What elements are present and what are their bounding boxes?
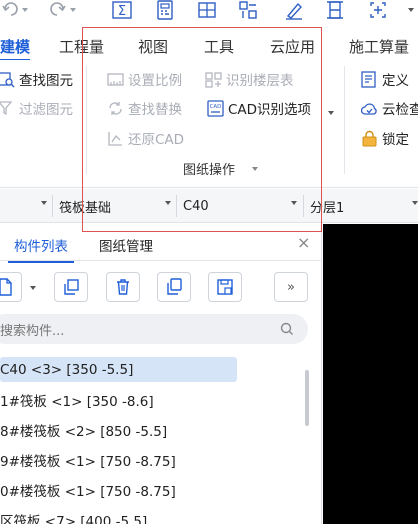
ribbon-panel: 查找图元 过滤图元 设置比例 识别楼层表 查找替换 CAD CAD识别选项 还原…	[0, 60, 418, 188]
tab-tools[interactable]: 工具	[204, 36, 234, 57]
trash-icon	[117, 279, 129, 295]
close-icon[interactable]: ×	[297, 233, 310, 252]
layers-icon	[167, 278, 182, 295]
filter-icon	[0, 100, 13, 115]
find-element-icon	[0, 71, 15, 87]
selector-separator	[303, 195, 304, 217]
grid-icon[interactable]	[197, 0, 217, 20]
tab-cloud[interactable]: 云应用	[270, 36, 315, 57]
restore-cad-icon	[108, 131, 122, 146]
list-item[interactable]: C40 <3> [350 -5.5]	[0, 357, 237, 382]
layer-select[interactable]: 分层1	[310, 195, 344, 217]
tab-drawing-management[interactable]: 图纸管理	[99, 235, 153, 255]
identify-floor-table-button[interactable]: 识别楼层表	[205, 68, 294, 90]
redo-dropdown-icon[interactable]	[70, 8, 76, 12]
tab-view[interactable]: 视图	[138, 36, 168, 57]
ribbon-separator	[344, 66, 345, 174]
cad-icon: CAD	[207, 99, 224, 117]
component-type-dropdown-icon[interactable]	[165, 201, 171, 205]
search-input[interactable]: 搜索构件...	[0, 314, 308, 344]
svg-text:Σ: Σ	[118, 4, 126, 19]
find-replace-button[interactable]: 查找替换	[107, 97, 182, 119]
scale-icon	[107, 72, 124, 86]
list-item[interactable]: 1#筏板 <1> [350 -8.6]	[0, 387, 154, 412]
sum-icon[interactable]: Σ	[112, 0, 132, 20]
save-component-button[interactable]	[208, 272, 242, 302]
pen-icon[interactable]	[284, 0, 304, 20]
find-element-button[interactable]: 查找图元	[0, 68, 73, 90]
concrete-grade-dropdown-icon[interactable]	[291, 201, 297, 205]
cloud-check-button[interactable]: 云检查	[361, 97, 418, 119]
new-component-dropdown-icon[interactable]	[30, 286, 36, 290]
component-list-panel: 构件列表 图纸管理 × » 搜索构件... C40 <3> [350 -5.5]…	[0, 224, 322, 524]
panel-divider	[0, 260, 322, 261]
selector-dropdown-icon[interactable]	[41, 201, 47, 205]
toolbar-dropdown-icon[interactable]	[408, 8, 414, 12]
new-file-icon	[0, 278, 12, 296]
list-item[interactable]: 0#楼筏板 <1> [750 -8.75]	[0, 477, 176, 502]
lock-icon	[362, 130, 377, 146]
ribbon-tabs: 建模 工程量 视图 工具 云应用 施工算量	[0, 32, 418, 61]
concrete-grade-select[interactable]: C40	[183, 195, 209, 217]
scrollbar[interactable]	[305, 370, 309, 426]
tab-construction[interactable]: 施工算量	[349, 36, 409, 57]
search-icon[interactable]	[280, 322, 294, 336]
column-icon[interactable]	[325, 0, 345, 20]
find-replace-icon	[109, 101, 122, 115]
floor-table-icon	[205, 71, 222, 88]
group-expand-icon[interactable]	[252, 167, 258, 171]
cad-options-dropdown-icon[interactable]	[328, 111, 334, 115]
tab-component-list[interactable]: 构件列表	[8, 235, 74, 263]
undo-dropdown-icon[interactable]	[22, 8, 28, 12]
calculator-icon[interactable]	[155, 0, 175, 20]
tab-quantity[interactable]: 工程量	[59, 36, 104, 57]
selector-separator	[176, 195, 177, 217]
copy-icon	[64, 279, 79, 295]
cad-options-button[interactable]: CAD CAD识别选项	[207, 97, 311, 119]
filter-element-button[interactable]: 过滤图元	[0, 97, 73, 119]
save-icon	[217, 279, 233, 295]
set-scale-button[interactable]: 设置比例	[107, 68, 182, 90]
define-icon	[361, 70, 376, 88]
drawing-canvas[interactable]	[323, 224, 418, 524]
redo-icon[interactable]	[48, 0, 66, 20]
restore-cad-button[interactable]: 还原CAD	[107, 127, 184, 149]
list-item[interactable]: 9#楼筏板 <1> [750 -8.75]	[0, 447, 176, 472]
list-item[interactable]: 区筏板 <7> [400 -5.5]	[0, 507, 147, 524]
selector-separator	[52, 195, 53, 217]
search-placeholder: 搜索构件...	[0, 324, 65, 339]
delete-component-button[interactable]	[106, 272, 140, 302]
component-type-select[interactable]: 筏板基础	[59, 195, 111, 217]
layer-dropdown-icon[interactable]	[412, 201, 418, 205]
select-icon[interactable]	[368, 0, 388, 20]
define-button[interactable]: 定义	[361, 68, 409, 90]
ribbon-separator	[86, 66, 87, 174]
duplicate-layer-button[interactable]	[157, 272, 191, 302]
svg-text:CAD: CAD	[210, 104, 222, 110]
more-button[interactable]: »	[274, 272, 308, 302]
new-component-button[interactable]	[0, 272, 22, 302]
layout-icon[interactable]	[238, 0, 258, 20]
tab-modeling[interactable]: 建模	[0, 36, 31, 61]
undo-icon[interactable]	[2, 0, 20, 20]
cloud-icon	[361, 102, 377, 115]
component-selector-bar: 筏板基础 C40 分层1	[0, 189, 418, 223]
lock-button[interactable]: 锁定	[361, 127, 409, 149]
drawing-operations-group-label[interactable]: 图纸操作	[183, 159, 235, 178]
copy-component-button[interactable]	[54, 272, 88, 302]
list-item[interactable]: 8#楼筏板 <2> [850 -5.5]	[0, 417, 167, 442]
quick-access-toolbar: Σ	[0, 0, 418, 32]
